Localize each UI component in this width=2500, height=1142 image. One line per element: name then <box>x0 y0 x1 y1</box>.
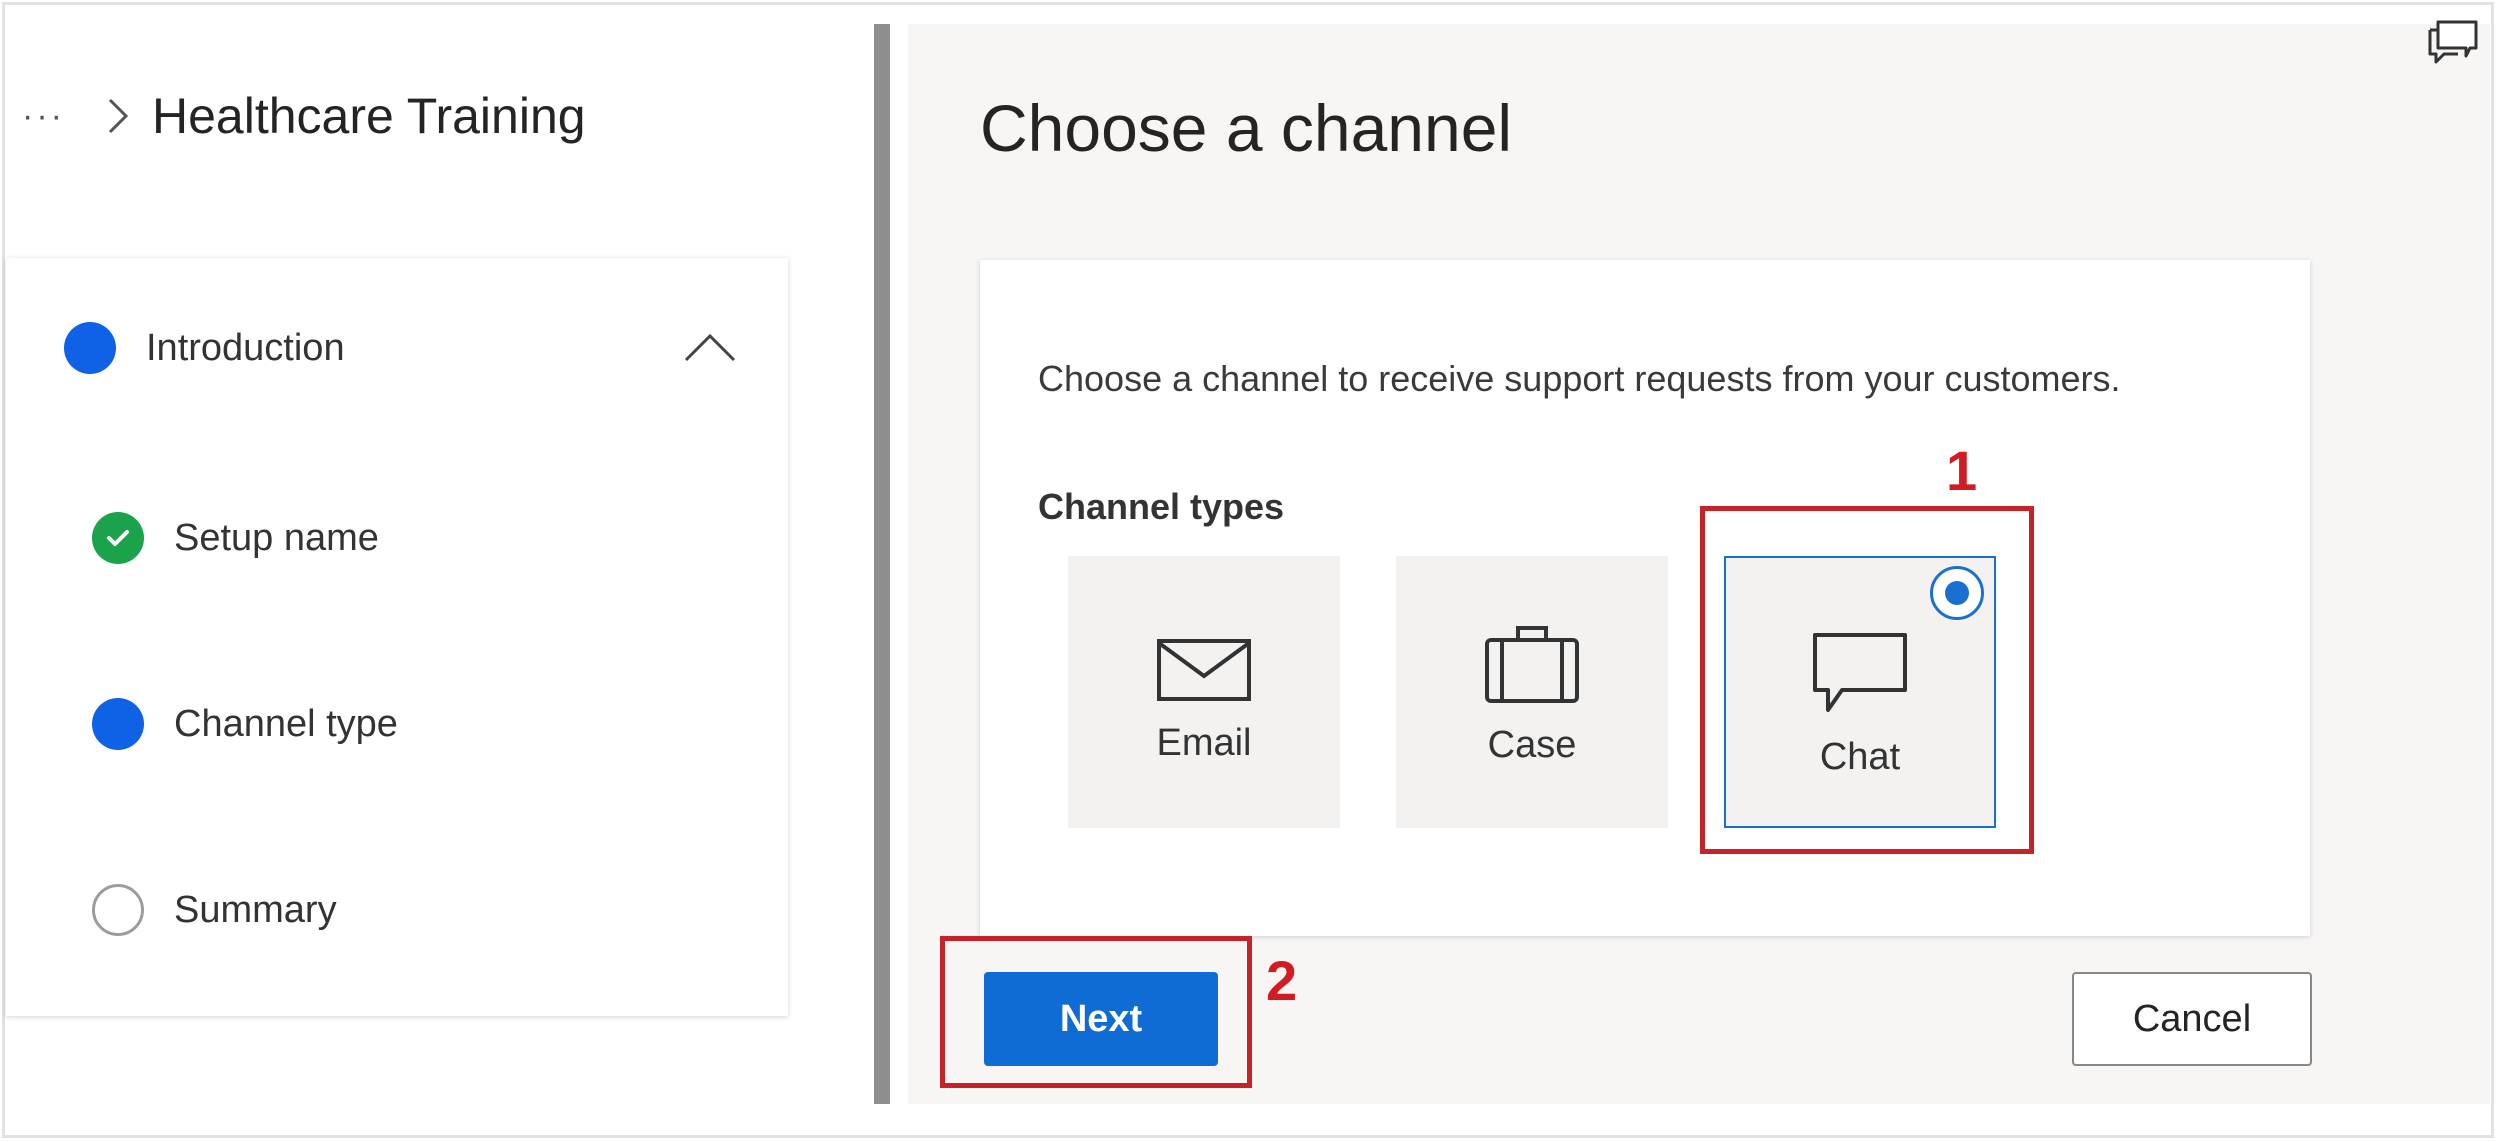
check-glyph-icon <box>107 530 129 546</box>
annotation-box-1 <box>1700 506 2034 854</box>
annotation-number-1: 1 <box>1946 439 1978 502</box>
step-current-dot-icon <box>64 322 116 374</box>
channel-card: Choose a channel to receive support requ… <box>980 260 2310 936</box>
pane-divider[interactable] <box>874 24 890 1104</box>
more-icon[interactable]: ··· <box>22 97 82 136</box>
steps-card: Introduction Setup name Channel type Sum… <box>6 258 788 1016</box>
checkmark-icon <box>92 512 144 564</box>
card-description: Choose a channel to receive support requ… <box>1038 358 2121 399</box>
step-label: Setup name <box>174 516 379 559</box>
step-introduction[interactable]: Introduction <box>64 322 345 374</box>
breadcrumb: ··· Healthcare Training <box>22 86 586 146</box>
page-title: Healthcare Training <box>152 88 586 144</box>
step-label: Channel type <box>174 702 398 745</box>
chevron-right-icon <box>108 98 129 134</box>
step-pending-circle-icon <box>92 884 144 936</box>
briefcase-icon <box>1485 626 1579 703</box>
channel-label: Case <box>1487 724 1577 766</box>
feedback-icon[interactable] <box>2426 18 2480 66</box>
step-current-dot-icon <box>92 698 144 750</box>
step-label: Introduction <box>146 326 345 369</box>
channel-tile-case[interactable]: Case <box>1396 556 1668 828</box>
channel-types-label: Channel types <box>1038 486 1285 527</box>
chevron-up-icon[interactable] <box>682 326 738 366</box>
step-channel-type[interactable]: Channel type <box>92 698 398 750</box>
step-setup-name[interactable]: Setup name <box>92 512 379 564</box>
annotation-box-2 <box>940 936 1252 1088</box>
cancel-button[interactable]: Cancel <box>2072 972 2312 1066</box>
annotation-number-2: 2 <box>1266 949 1298 1012</box>
step-summary[interactable]: Summary <box>92 884 337 936</box>
step-label: Summary <box>174 888 337 931</box>
envelope-icon <box>1157 639 1251 701</box>
channel-label: Email <box>1156 722 1252 764</box>
panel-title: Choose a channel <box>980 91 1513 165</box>
channel-tile-email[interactable]: Email <box>1068 556 1340 828</box>
